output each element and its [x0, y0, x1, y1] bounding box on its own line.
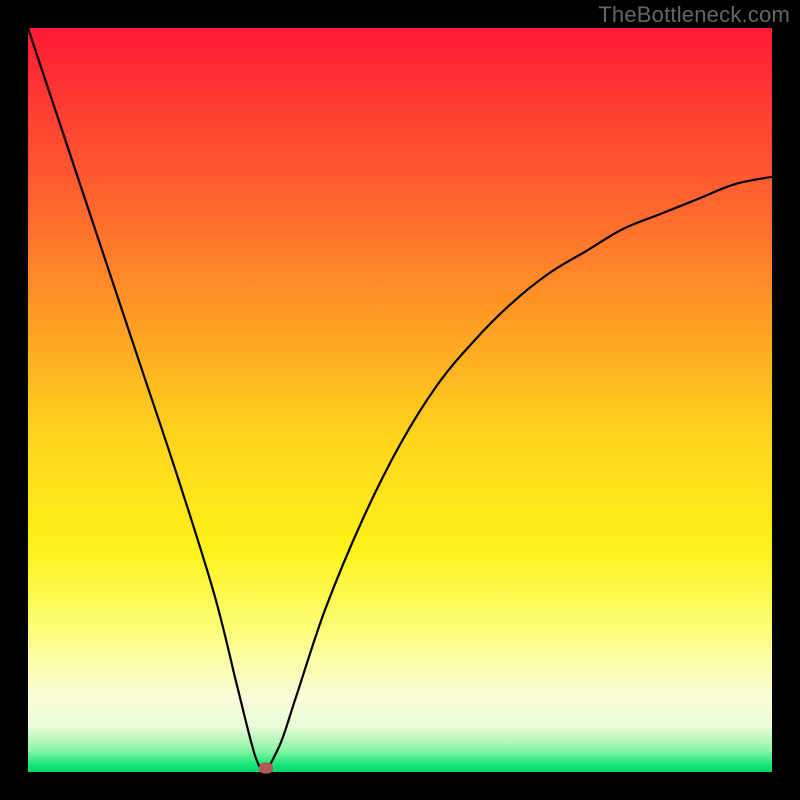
optimal-marker [259, 763, 273, 774]
plot-area [28, 28, 772, 772]
chart-frame: TheBottleneck.com [0, 0, 800, 800]
curve-path [28, 28, 772, 772]
watermark-text: TheBottleneck.com [598, 2, 790, 28]
bottleneck-curve [28, 28, 772, 772]
